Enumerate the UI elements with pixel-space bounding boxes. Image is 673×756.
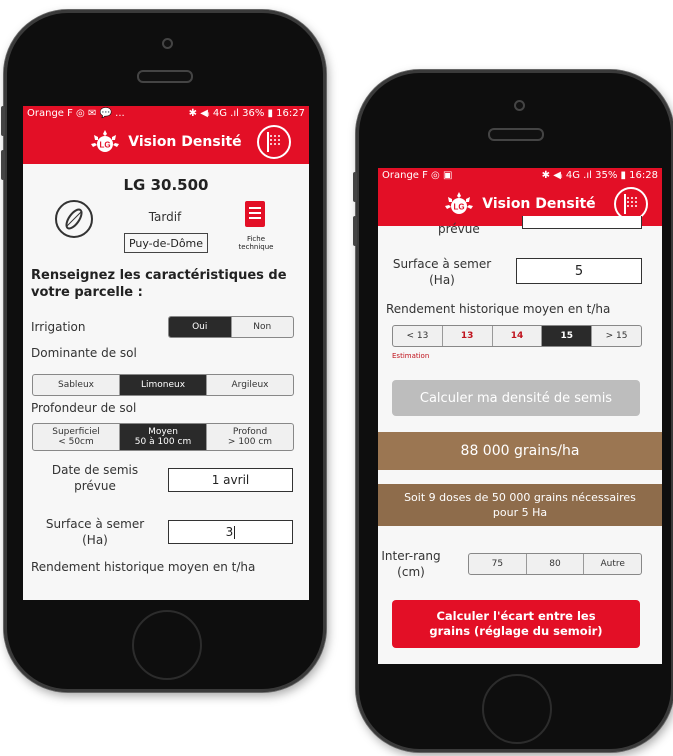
region-box[interactable]: Puy-de-Dôme [124, 233, 208, 253]
option-top-text: Superficiel [52, 427, 100, 437]
profondeur-toggle: Superficiel < 50cm Moyen 50 à 100 cm Profo… [32, 423, 294, 451]
profondeur-moyen-option[interactable]: Moyen 50 à 100 cm [120, 424, 207, 450]
calc-ecart-button[interactable]: Calculer l'écart entre les grains (régla… [392, 600, 640, 648]
rendement-option-lt13[interactable]: < 13 [393, 326, 443, 346]
maize-icon [55, 200, 93, 238]
svg-text:LG: LG [454, 203, 465, 212]
prevue-fragment: prévue [438, 222, 480, 236]
irrigation-oui-option[interactable]: Oui [169, 317, 232, 337]
text-cursor [234, 525, 236, 539]
side-button [353, 172, 357, 202]
surface-input[interactable]: 5 [516, 258, 642, 284]
right-phone: Orange F ◎ ▣ ✱ ◀ᵢ 4G .ıl 35% ▮ 16:28 LG … [353, 70, 673, 752]
surface-value: 3 [225, 525, 234, 539]
doses-result: Soit 9 doses de 50 000 grains nécessaire… [378, 484, 662, 526]
calc-density-button[interactable]: Calculer ma densité de semis [392, 380, 640, 416]
field-map-icon[interactable] [257, 125, 291, 159]
speaker-grille [137, 70, 193, 83]
rendement-option-13[interactable]: 13 [443, 326, 493, 346]
lg-logo-icon: LG [444, 191, 474, 217]
maturity-text: Tardif [148, 210, 182, 224]
rendement-option-14[interactable]: 14 [493, 326, 543, 346]
date-input-fragment [522, 216, 642, 229]
rendement-option-gt15[interactable]: > 15 [592, 326, 641, 346]
carrier-text: Orange F ◎ ✉ 💬 ... [27, 107, 125, 119]
svg-text:LG: LG [100, 141, 111, 150]
date-label: Date de semis prévue [51, 463, 139, 493]
option-bottom-text: > 100 cm [227, 437, 273, 447]
interrang-option-75[interactable]: 75 [469, 554, 527, 574]
side-button [1, 150, 5, 180]
interrang-option-80[interactable]: 80 [527, 554, 585, 574]
section-title: Renseignez les caractéristiques de votre… [31, 268, 287, 300]
sol-limoneux-option[interactable]: Limoneux [120, 375, 207, 395]
camera-icon [514, 100, 525, 111]
date-input[interactable]: 1 avril [168, 468, 293, 492]
status-bar: Orange F ◎ ✉ 💬 ... ✱ ◀ᵢ 4G .ıl 36% ▮ 16:… [23, 106, 309, 120]
lg-logo-icon: LG [90, 129, 120, 155]
sol-toggle: Sableux Limoneux Argileux [32, 374, 294, 396]
right-screen: Orange F ◎ ▣ ✱ ◀ᵢ 4G .ıl 35% ▮ 16:28 LG … [378, 168, 662, 664]
option-bottom-text: < 50cm [58, 437, 94, 447]
fiche-technique-label[interactable]: Fiche technique [231, 235, 281, 251]
irrigation-label: Irrigation [31, 320, 86, 334]
left-screen: Orange F ◎ ✉ 💬 ... ✱ ◀ᵢ 4G .ıl 36% ▮ 16:… [23, 106, 309, 600]
sol-sableux-option[interactable]: Sableux [33, 375, 120, 395]
status-right-text: ✱ ◀ᵢ 4G .ıl 35% ▮ 16:28 [541, 169, 658, 181]
profondeur-label: Profondeur de sol [31, 401, 137, 415]
app-title: Vision Densité [482, 196, 596, 212]
option-top-text: Profond [232, 427, 268, 437]
rendement-toggle: < 13 13 14 15 > 15 [392, 325, 642, 347]
status-right-text: ✱ ◀ᵢ 4G .ıl 36% ▮ 16:27 [188, 107, 305, 119]
profondeur-profond-option[interactable]: Profond > 100 cm [207, 424, 293, 450]
irrigation-non-option[interactable]: Non [232, 317, 294, 337]
rendement-label: Rendement historique moyen en t/ha [386, 302, 611, 316]
speaker-grille [488, 128, 544, 141]
app-title: Vision Densité [128, 134, 242, 150]
document-icon[interactable] [245, 201, 265, 227]
app-header: LG Vision Densité [23, 120, 309, 164]
camera-icon [162, 38, 173, 49]
status-bar: Orange F ◎ ▣ ✱ ◀ᵢ 4G .ıl 35% ▮ 16:28 [378, 168, 662, 182]
estimation-label: Estimation [392, 352, 430, 360]
profondeur-superficiel-option[interactable]: Superficiel < 50cm [33, 424, 120, 450]
left-phone: Orange F ◎ ✉ 💬 ... ✱ ◀ᵢ 4G .ıl 36% ▮ 16:… [1, 10, 326, 692]
surface-input[interactable]: 3 [168, 520, 293, 544]
variety-name: LG 30.500 [123, 176, 209, 194]
option-bottom-text: 50 à 100 cm [134, 437, 192, 447]
surface-label: Surface à semer (Ha) [45, 517, 145, 547]
sol-label: Dominante de sol [31, 346, 137, 360]
density-result: 88 000 grains/ha [378, 432, 662, 470]
rendement-label: Rendement historique moyen en t/ha [31, 560, 256, 574]
surface-label: Surface à semer (Ha) [392, 257, 492, 287]
carrier-text: Orange F ◎ ▣ [382, 169, 453, 181]
side-button [1, 106, 5, 136]
side-button [353, 216, 357, 246]
interrang-option-autre[interactable]: Autre [584, 554, 641, 574]
home-button[interactable] [132, 610, 202, 680]
irrigation-toggle: Oui Non [168, 316, 294, 338]
rendement-option-15[interactable]: 15 [542, 326, 593, 346]
interrang-toggle: 75 80 Autre [468, 553, 642, 575]
home-button[interactable] [482, 674, 552, 744]
option-top-text: Moyen [148, 427, 178, 437]
sol-argileux-option[interactable]: Argileux [207, 375, 293, 395]
interrang-label: Inter-rang (cm) [381, 549, 441, 579]
